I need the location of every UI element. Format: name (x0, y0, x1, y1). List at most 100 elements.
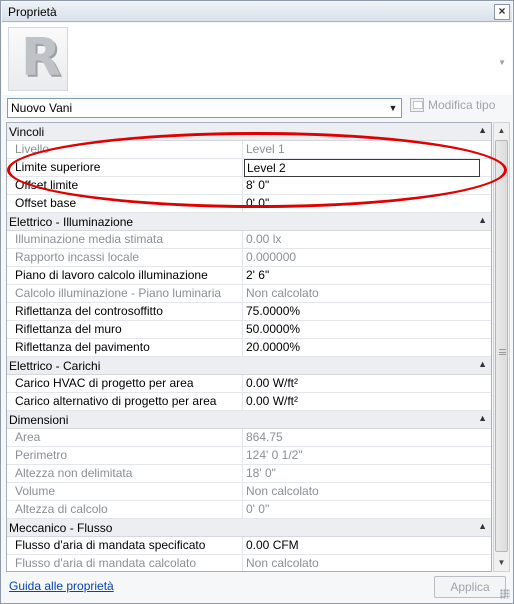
property-value[interactable]: 8' 0" (244, 177, 491, 195)
property-group-header[interactable]: Elettrico - Carichi ▲ (7, 357, 491, 375)
resize-grip-icon[interactable] (500, 589, 510, 599)
type-selector-dropdown[interactable]: Nuovo Vani ▼ (7, 98, 402, 118)
property-row[interactable]: Perimetro 124' 0 1/2" (7, 447, 491, 465)
property-group-header[interactable]: Dimensioni ▲ (7, 411, 491, 429)
property-row[interactable]: Illuminazione media stimata 0.00 lx (7, 231, 491, 249)
collapse-icon[interactable]: ▲ (478, 359, 487, 369)
property-name: Altezza di calcolo (7, 501, 243, 519)
property-row[interactable]: Riflettanza del controsoffitto 75.0000% (7, 303, 491, 321)
palette-footer: Guida alle proprietà Applica (2, 573, 512, 601)
scroll-up-icon[interactable]: ▲ (494, 123, 509, 139)
property-name: Carico HVAC di progetto per area (7, 375, 243, 393)
property-value[interactable]: 20.0000% (244, 339, 491, 357)
type-gallery-chevron-icon[interactable]: ▼ (498, 58, 506, 67)
property-row[interactable]: Riflettanza del pavimento 20.0000% (7, 339, 491, 357)
property-name: Volume (7, 483, 243, 501)
property-group-name: Elettrico - Carichi (9, 359, 101, 373)
property-value[interactable]: 2' 6" (244, 267, 491, 285)
property-value: 18' 0" (246, 466, 276, 480)
properties-grid: Vincoli ▲ Livello Level 1 Limite superiore Le… (6, 122, 492, 572)
property-row[interactable]: Volume Non calcolato (7, 483, 491, 501)
property-group-header[interactable]: Elettrico - Illuminazione ▲ (7, 213, 491, 231)
property-name: Altezza non delimitata (7, 465, 243, 483)
property-row[interactable]: Altezza di calcolo 0' 0" (7, 501, 491, 519)
property-group-name: Meccanico - Flusso (9, 521, 113, 535)
property-row[interactable]: Livello Level 1 (7, 141, 491, 159)
revit-family-icon: R (8, 27, 68, 91)
property-value[interactable]: 0' 0" (244, 195, 491, 213)
property-row[interactable]: Offset base 0' 0" (7, 195, 491, 213)
edit-type-label: Modifica tipo (428, 98, 496, 112)
property-value[interactable]: 50.0000% (244, 321, 491, 339)
property-value: Non calcolato (246, 286, 319, 300)
property-group-name: Elettrico - Illuminazione (9, 215, 134, 229)
edit-type-button[interactable]: Modifica tipo (410, 97, 510, 118)
property-value: Non calcolato (246, 484, 319, 498)
palette-title: Proprietà (8, 5, 57, 19)
property-name: Area (7, 429, 243, 447)
property-value: 0' 0" (246, 502, 270, 516)
family-icon-letter: R (21, 28, 62, 88)
property-name: Rapporto incassi locale (7, 249, 243, 267)
edit-type-icon (410, 97, 424, 112)
property-name: Flusso d'aria di mandata calcolato (7, 555, 243, 571)
property-name: Livello (7, 141, 243, 159)
type-selector-row: Nuovo Vani ▼ Modifica tipo (2, 96, 512, 120)
property-group-name: Dimensioni (9, 413, 69, 427)
property-value: 864.75 (246, 430, 283, 444)
palette-titlebar[interactable]: Proprietà × (2, 2, 512, 22)
property-value: 124' 0 1/2" (246, 448, 303, 462)
property-name: Offset base (7, 195, 243, 213)
property-group-header[interactable]: Meccanico - Flusso ▲ (7, 519, 491, 537)
property-name: Limite superiore (7, 159, 243, 177)
property-name: Calcolo illuminazione - Piano luminaria (7, 285, 243, 303)
property-row[interactable]: Limite superiore Level 2 (7, 159, 491, 177)
property-name: Riflettanza del pavimento (7, 339, 243, 357)
properties-palette: Proprietà × R ▼ Nuovo Vani ▼ Modifica ti… (0, 0, 514, 604)
property-name: Piano di lavoro calcolo illuminazione (7, 267, 243, 285)
scroll-down-icon[interactable]: ▼ (494, 555, 509, 571)
property-name: Perimetro (7, 447, 243, 465)
type-selector-value: Nuovo Vani (11, 101, 73, 115)
property-row[interactable]: Offset limite 8' 0" (7, 177, 491, 195)
type-preview-area[interactable]: R ▼ (2, 23, 512, 95)
property-name: Riflettanza del controsoffitto (7, 303, 243, 321)
properties-help-link[interactable]: Guida alle proprietà (9, 579, 114, 593)
collapse-icon[interactable]: ▲ (478, 521, 487, 531)
property-row[interactable]: Carico HVAC di progetto per area 0.00 W/f… (7, 375, 491, 393)
property-name: Offset limite (7, 177, 243, 195)
property-name: Carico alternativo di progetto per area (7, 393, 243, 411)
property-value[interactable]: 0.00 W/ft² (244, 393, 491, 411)
chevron-down-icon[interactable]: ▼ (386, 100, 400, 116)
collapse-icon[interactable]: ▲ (478, 413, 487, 423)
property-row[interactable]: Calcolo illuminazione - Piano luminaria N… (7, 285, 491, 303)
property-group-header[interactable]: Vincoli ▲ (7, 123, 491, 141)
property-value: 0.000000 (246, 250, 297, 264)
property-row[interactable]: Area 864.75 (7, 429, 491, 447)
property-value: 0.00 lx (246, 232, 282, 246)
property-row[interactable]: Flusso d'aria di mandata calcolato Non ca… (7, 555, 491, 571)
property-value-editor[interactable]: Level 2 (244, 159, 480, 177)
apply-button[interactable]: Applica (434, 576, 506, 598)
property-row[interactable]: Flusso d'aria di mandata specificato 0.00… (7, 537, 491, 555)
property-group-name: Vincoli (9, 125, 45, 139)
property-row[interactable]: Altezza non delimitata 18' 0" (7, 465, 491, 483)
scrollbar-grip-icon (499, 349, 506, 355)
grid-vertical-scrollbar[interactable]: ▲ ▼ (493, 122, 510, 572)
property-value[interactable]: 0.00 CFM (244, 537, 491, 555)
property-value: Level 1 (246, 142, 285, 156)
property-name: Riflettanza del muro (7, 321, 243, 339)
property-value[interactable]: 0.00 W/ft² (244, 375, 491, 393)
scrollbar-thumb[interactable] (495, 140, 508, 552)
property-value: Non calcolato (246, 556, 319, 570)
property-name: Flusso d'aria di mandata specificato (7, 537, 243, 555)
property-name: Illuminazione media stimata (7, 231, 243, 249)
collapse-icon[interactable]: ▲ (478, 215, 487, 225)
collapse-icon[interactable]: ▲ (478, 125, 487, 135)
property-row[interactable]: Rapporto incassi locale 0.000000 (7, 249, 491, 267)
property-row[interactable]: Piano di lavoro calcolo illuminazione 2' … (7, 267, 491, 285)
property-row[interactable]: Riflettanza del muro 50.0000% (7, 321, 491, 339)
close-icon[interactable]: × (494, 4, 510, 20)
property-row[interactable]: Carico alternativo di progetto per area 0… (7, 393, 491, 411)
property-value[interactable]: 75.0000% (244, 303, 491, 321)
